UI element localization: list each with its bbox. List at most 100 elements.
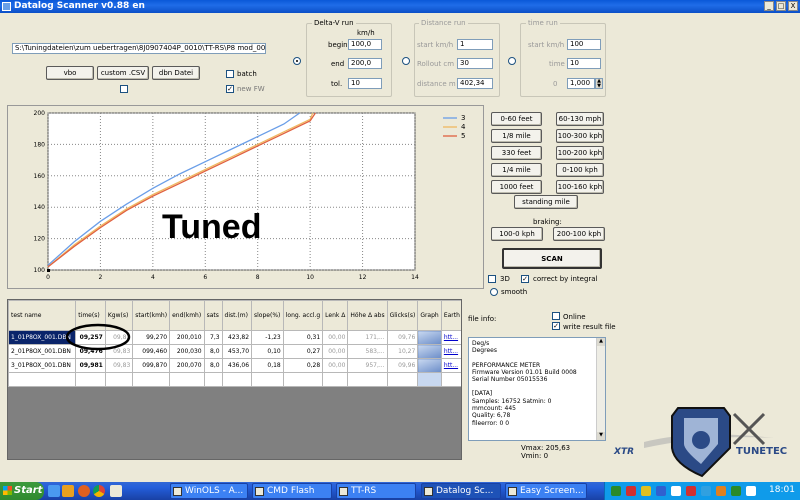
minimize-button[interactable]: _ <box>764 1 774 11</box>
distance-input[interactable]: 402,34 <box>457 78 493 89</box>
taskbar-task-button[interactable]: Easy Screen... <box>505 483 587 499</box>
quicklaunch-app-icon[interactable] <box>110 485 122 497</box>
custom-csv-button[interactable]: custom .CSV <box>97 66 149 80</box>
tray-icon[interactable] <box>611 486 621 496</box>
tray-icon[interactable] <box>671 486 681 496</box>
column-header[interactable]: Höhe Δ abs <box>347 300 388 331</box>
new-fw-checkbox[interactable]: ✓ <box>226 85 234 93</box>
vbo-button[interactable]: vbo <box>46 66 94 80</box>
column-header[interactable]: Graph <box>417 300 442 331</box>
preset-right-button-1[interactable]: 100-300 kph <box>556 129 604 143</box>
x-tick-label: 6 <box>203 274 207 281</box>
scroll-up-icon[interactable]: ▲ <box>597 338 605 346</box>
column-header[interactable]: start(kmh) <box>132 300 171 331</box>
quicklaunch-folder-icon[interactable] <box>62 485 74 497</box>
taskbar-task-button[interactable]: WinOLS - A... <box>170 483 248 499</box>
graph-thumbnail-icon[interactable] <box>417 358 442 373</box>
begin-input[interactable]: 100,0 <box>348 39 382 50</box>
tray-icon[interactable] <box>746 486 756 496</box>
table-cell[interactable]: htt... <box>440 358 461 373</box>
table-cell: 200,070 <box>169 358 205 373</box>
dbn-datei-button[interactable]: dbn Datei <box>152 66 200 80</box>
three-d-checkbox[interactable] <box>488 275 496 283</box>
preset-right-button-3[interactable]: 0-100 kph <box>556 163 604 177</box>
table-cell[interactable]: htt... <box>440 344 461 359</box>
graph-thumbnail-icon[interactable] <box>417 330 442 345</box>
preset-left-button-2[interactable]: 330 feet <box>491 146 542 160</box>
table-cell <box>75 372 106 387</box>
taskbar-task-button[interactable]: CMD Flash <box>252 483 332 499</box>
tray-icon[interactable] <box>731 486 741 496</box>
scan-button[interactable]: SCAN <box>502 248 602 269</box>
quicklaunch-firefox-icon[interactable] <box>78 485 90 497</box>
column-header[interactable]: Lenk Δ <box>322 300 349 331</box>
file-info-scrollbar[interactable]: ▲ ▼ <box>596 338 605 440</box>
quicklaunch-ie-icon[interactable] <box>48 485 60 497</box>
scroll-down-icon[interactable]: ▼ <box>597 432 605 440</box>
smooth-radio[interactable] <box>490 288 498 296</box>
logo-right-text: TUNETEC <box>736 446 788 457</box>
table-cell <box>104 372 134 387</box>
write-result-checkbox[interactable]: ✓ <box>552 322 560 330</box>
standing-mile-button[interactable]: standing mile <box>514 195 578 209</box>
x-tick-label: 10 <box>306 274 314 281</box>
csv-checkbox[interactable] <box>120 85 128 93</box>
tray-icon[interactable] <box>656 486 666 496</box>
taskbar-task-button[interactable]: TT-RS <box>336 483 416 499</box>
preset-right-button-0[interactable]: 60-130 mph <box>556 112 604 126</box>
table-cell: 09,76 <box>386 330 419 345</box>
online-checkbox[interactable] <box>552 312 560 320</box>
tray-icon[interactable] <box>641 486 651 496</box>
batch-checkbox[interactable] <box>226 70 234 78</box>
delta-v-unit: km/h <box>357 29 375 37</box>
taskbar-task-button[interactable]: Datalog Sc... <box>421 483 501 499</box>
time-start-input[interactable]: 100 <box>567 39 601 50</box>
braking-100-0-button[interactable]: 100-0 kph <box>491 227 543 241</box>
q-input[interactable]: 1,000 <box>567 78 595 89</box>
preset-right-button-4[interactable]: 100-160 kph <box>556 180 604 194</box>
delta-v-radio[interactable] <box>293 57 301 65</box>
time-input[interactable]: 10 <box>567 58 601 69</box>
column-header[interactable]: slope(%) <box>251 300 284 331</box>
preset-left-button-0[interactable]: 0-60 feet <box>491 112 542 126</box>
column-header[interactable]: Earth <box>440 300 461 331</box>
start-label: Start <box>14 485 43 496</box>
preset-right-button-2[interactable]: 100-200 kph <box>556 146 604 160</box>
dist-start-input[interactable]: 1 <box>457 39 493 50</box>
tol-label: tol. <box>331 80 343 88</box>
braking-200-100-button[interactable]: 200-100 kph <box>553 227 605 241</box>
tray-icon[interactable] <box>686 486 696 496</box>
tray-icon[interactable] <box>626 486 636 496</box>
table-cell[interactable]: htt... <box>440 330 461 345</box>
column-header[interactable]: Glicks(s) <box>386 300 419 331</box>
table-cell: 583,... <box>347 344 388 359</box>
preset-left-button-3[interactable]: 1/4 mile <box>491 163 542 177</box>
file-path-field[interactable]: S:\Tuningdateien\zum uebertragen\8J09074… <box>12 43 266 54</box>
quicklaunch-chrome-icon[interactable] <box>93 485 105 497</box>
table-row[interactable]: 3_01P8OX_001.DBN 09,981 09,83 099,870 200,07… <box>8 358 461 373</box>
rollout-input[interactable]: 30 <box>457 58 493 69</box>
column-header[interactable]: end(kmh) <box>169 300 205 331</box>
highlight-ellipse <box>65 323 131 351</box>
q-spinner[interactable]: ▲ ▼ <box>595 78 603 89</box>
correct-integral-checkbox[interactable]: ✓ <box>521 275 529 283</box>
table-cell[interactable]: 3_01P8OX_001.DBN <box>8 358 77 373</box>
table-cell: 10,27 <box>386 344 419 359</box>
file-info-textarea[interactable]: Deg/s Degrees PERFORMANCE METER Firmware Ve… <box>468 337 606 441</box>
end-input[interactable]: 200,0 <box>348 58 382 69</box>
tray-icon[interactable] <box>716 486 726 496</box>
start-button[interactable]: Start <box>0 482 44 500</box>
tol-input[interactable]: 10 <box>348 78 382 89</box>
file-info-line: Quality: 6,78 <box>472 412 511 420</box>
preset-left-button-1[interactable]: 1/8 mile <box>491 129 542 143</box>
column-header[interactable]: dist.(m) <box>221 300 253 331</box>
time-run-radio[interactable] <box>508 57 516 65</box>
preset-left-button-4[interactable]: 1000 feet <box>491 180 542 194</box>
column-header[interactable]: long. accl.g <box>282 300 324 331</box>
close-button[interactable]: X <box>788 1 798 11</box>
column-header[interactable]: sats <box>203 300 223 331</box>
distance-run-radio[interactable] <box>402 57 410 65</box>
graph-thumbnail-icon[interactable] <box>417 344 442 359</box>
tray-icon[interactable] <box>701 486 711 496</box>
maximize-button[interactable]: □ <box>776 1 786 11</box>
